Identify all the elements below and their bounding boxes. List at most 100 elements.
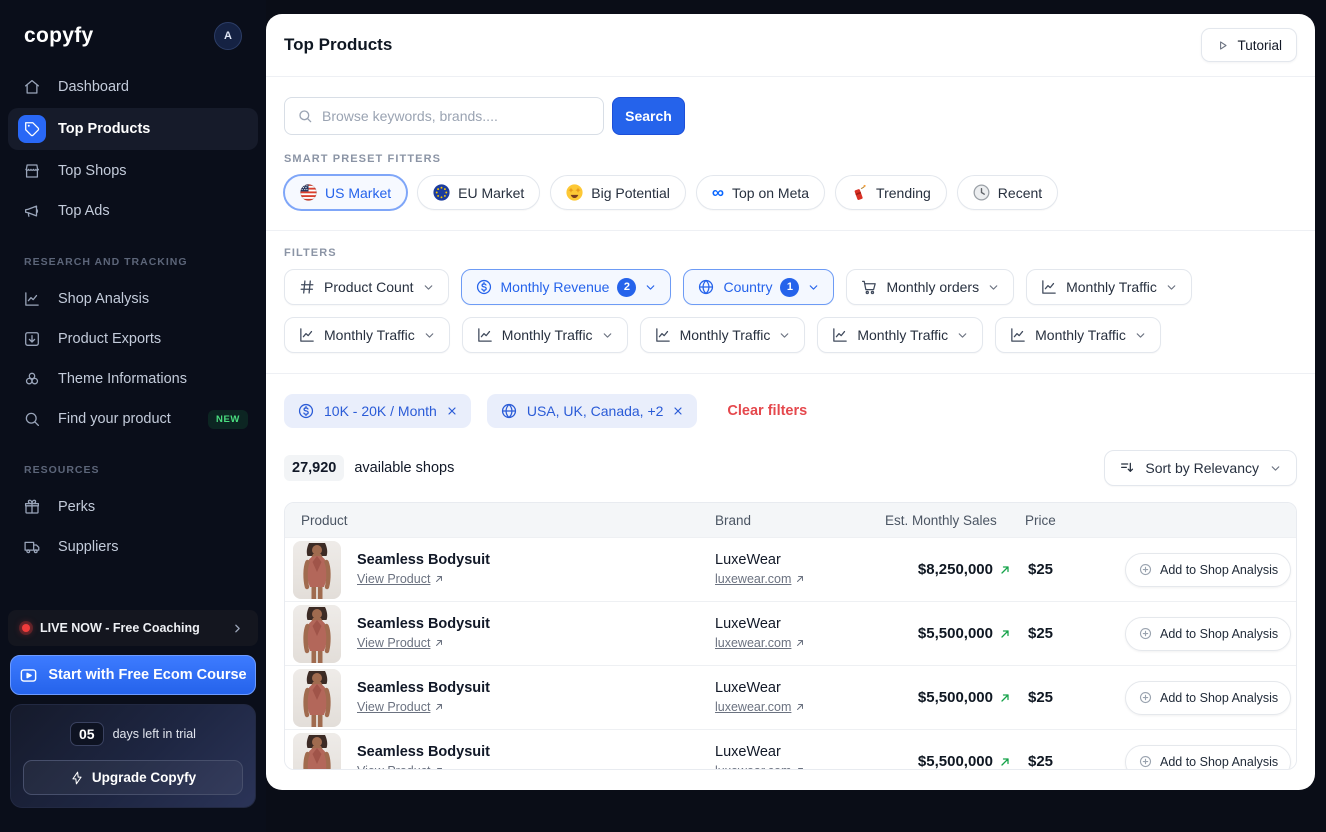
course-button-label: Start with Free Ecom Course — [48, 667, 246, 683]
filter-dropdown[interactable]: Monthly Traffic — [817, 317, 983, 353]
filter-dropdown[interactable]: Monthly Traffic — [284, 317, 450, 353]
chart-line-icon — [654, 326, 672, 344]
monthly-sales-value: $5,500,000 — [918, 625, 993, 642]
preset-chip-label: Big Potential — [591, 185, 670, 201]
chevron-down-icon — [601, 329, 614, 342]
search-input[interactable] — [322, 108, 591, 124]
preset-chip[interactable]: Trending — [835, 175, 947, 210]
products-table: Product Brand Est. Monthly Sales Price S… — [284, 502, 1297, 770]
preset-chip[interactable]: ∞ Top on Meta — [696, 175, 825, 210]
sort-icon — [1119, 460, 1135, 476]
view-product-link[interactable]: View Product — [357, 764, 444, 771]
filter-dropdown[interactable]: Monthly Traffic — [640, 317, 806, 353]
column-header-sales: Est. Monthly Sales — [885, 513, 1025, 528]
page-header: Top Products Tutorial — [266, 14, 1315, 77]
add-to-shop-analysis-button[interactable]: Add to Shop Analysis — [1125, 553, 1291, 587]
sidebar-nav-item[interactable]: Top Products — [8, 108, 258, 150]
view-product-link[interactable]: View Product — [357, 572, 444, 586]
applied-filters-row: 10K - 20K / Month USA, UK, Canada, +2 Cl… — [266, 374, 1315, 430]
sidebar-nav-item[interactable]: Suppliers — [8, 528, 258, 566]
sidebar-nav-item[interactable]: Top Ads — [8, 192, 258, 230]
research-nav: Shop Analysis Product Exports Theme Info… — [8, 278, 258, 440]
filters-section: FILTERS Product Count Monthly Revenue — [266, 231, 1315, 374]
preset-chip[interactable]: Big Potential — [550, 175, 686, 210]
search-box — [284, 97, 604, 135]
smart-presets-row: US Market EU Market Big Potential ∞ Top … — [266, 175, 1315, 231]
view-product-link[interactable]: View Product — [357, 700, 444, 714]
main-area: Top Products Tutorial Search SMART PRESE… — [266, 0, 1326, 832]
filter-dropdown[interactable]: Country 1 — [683, 269, 834, 305]
table-row: Seamless Bodysuit View Product LuxeWear — [285, 537, 1296, 601]
filter-dropdown[interactable]: Monthly Traffic — [995, 317, 1161, 353]
clear-filters-button[interactable]: Clear filters — [727, 403, 807, 419]
chevron-down-icon — [422, 281, 435, 294]
avatar[interactable]: A — [214, 22, 242, 50]
external-link-icon — [795, 638, 805, 648]
filter-dropdown[interactable]: Monthly Revenue 2 — [461, 269, 672, 305]
filter-dropdown[interactable]: Monthly orders — [846, 269, 1014, 305]
preset-chip[interactable]: US Market — [284, 175, 407, 210]
section-title-research: RESEARCH AND TRACKING — [8, 232, 258, 278]
live-coaching-banner[interactable]: LIVE NOW - Free Coaching — [8, 610, 258, 646]
chart-line-icon — [298, 326, 316, 344]
chart-line-icon — [1009, 326, 1027, 344]
trend-up-icon — [999, 564, 1011, 576]
search-section: Search — [266, 77, 1315, 153]
filter-dropdown-label: Monthly orders — [886, 279, 979, 295]
truck-icon — [18, 533, 46, 561]
primary-nav: Dashboard Top Products Top Shops Top Ads — [8, 66, 258, 232]
close-icon[interactable] — [446, 405, 458, 417]
filter-dropdown-label: Monthly Traffic — [857, 327, 948, 343]
export-icon — [18, 325, 46, 353]
brand-name: LuxeWear — [715, 616, 885, 632]
sidebar-nav-item[interactable]: Product Exports — [8, 320, 258, 358]
brand-site-link[interactable]: luxewear.com — [715, 636, 805, 650]
preset-chip-label: Recent — [998, 185, 1042, 201]
preset-chip[interactable]: EU Market — [417, 175, 540, 210]
close-icon[interactable] — [672, 405, 684, 417]
brand-site-link[interactable]: luxewear.com — [715, 700, 805, 714]
view-product-link[interactable]: View Product — [357, 636, 444, 650]
trial-label: days left in trial — [113, 727, 196, 741]
chevron-right-icon — [231, 622, 244, 635]
column-header-product: Product — [285, 513, 715, 528]
sidebar-nav-item[interactable]: Perks — [8, 488, 258, 526]
add-to-shop-analysis-button[interactable]: Add to Shop Analysis — [1125, 617, 1291, 651]
sidebar-nav-item[interactable]: Top Shops — [8, 152, 258, 190]
filter-dropdown[interactable]: Monthly Traffic — [462, 317, 628, 353]
add-to-shop-analysis-button[interactable]: Add to Shop Analysis — [1125, 745, 1291, 771]
filter-dropdown[interactable]: Product Count — [284, 269, 449, 305]
us-flag-icon — [300, 184, 317, 201]
table-row: Seamless Bodysuit View Product LuxeWear — [285, 601, 1296, 665]
filter-dropdown[interactable]: Monthly Traffic — [1026, 269, 1192, 305]
plus-circle-icon — [1138, 626, 1153, 641]
meta-icon: ∞ — [712, 184, 724, 201]
brand-name: LuxeWear — [715, 680, 885, 696]
plus-circle-icon — [1138, 562, 1153, 577]
brand-site-link[interactable]: luxewear.com — [715, 764, 805, 771]
applied-filter-chip[interactable]: 10K - 20K / Month — [284, 394, 471, 428]
firecracker-icon — [851, 184, 868, 201]
preset-chip[interactable]: Recent — [957, 175, 1058, 210]
filter-dropdown-label: Monthly Traffic — [324, 327, 415, 343]
sort-dropdown[interactable]: Sort by Relevancy — [1104, 450, 1297, 486]
filter-dropdown-label: Monthly Traffic — [1035, 327, 1126, 343]
add-to-shop-analysis-button[interactable]: Add to Shop Analysis — [1125, 681, 1291, 715]
results-bar: 27,920 available shops Sort by Relevancy — [266, 430, 1315, 502]
brand-site-link[interactable]: luxewear.com — [715, 572, 805, 586]
product-image — [293, 605, 341, 663]
sidebar-nav-item[interactable]: Shop Analysis — [8, 280, 258, 318]
sidebar-nav-item[interactable]: Find your product NEW — [8, 400, 258, 438]
upgrade-button[interactable]: Upgrade Copyfy — [23, 760, 243, 795]
tutorial-button[interactable]: Tutorial — [1201, 28, 1297, 62]
trend-up-icon — [999, 756, 1011, 768]
free-ecom-course-button[interactable]: Start with Free Ecom Course — [10, 655, 256, 695]
external-link-icon — [434, 574, 444, 584]
search-button[interactable]: Search — [612, 97, 685, 135]
external-link-icon — [434, 702, 444, 712]
filter-count-badge: 2 — [617, 278, 636, 297]
sidebar-nav-item[interactable]: Theme Informations — [8, 360, 258, 398]
sidebar-nav-item[interactable]: Dashboard — [8, 68, 258, 106]
filter-dropdown-label: Monthly Traffic — [680, 327, 771, 343]
applied-filter-chip[interactable]: USA, UK, Canada, +2 — [487, 394, 698, 428]
